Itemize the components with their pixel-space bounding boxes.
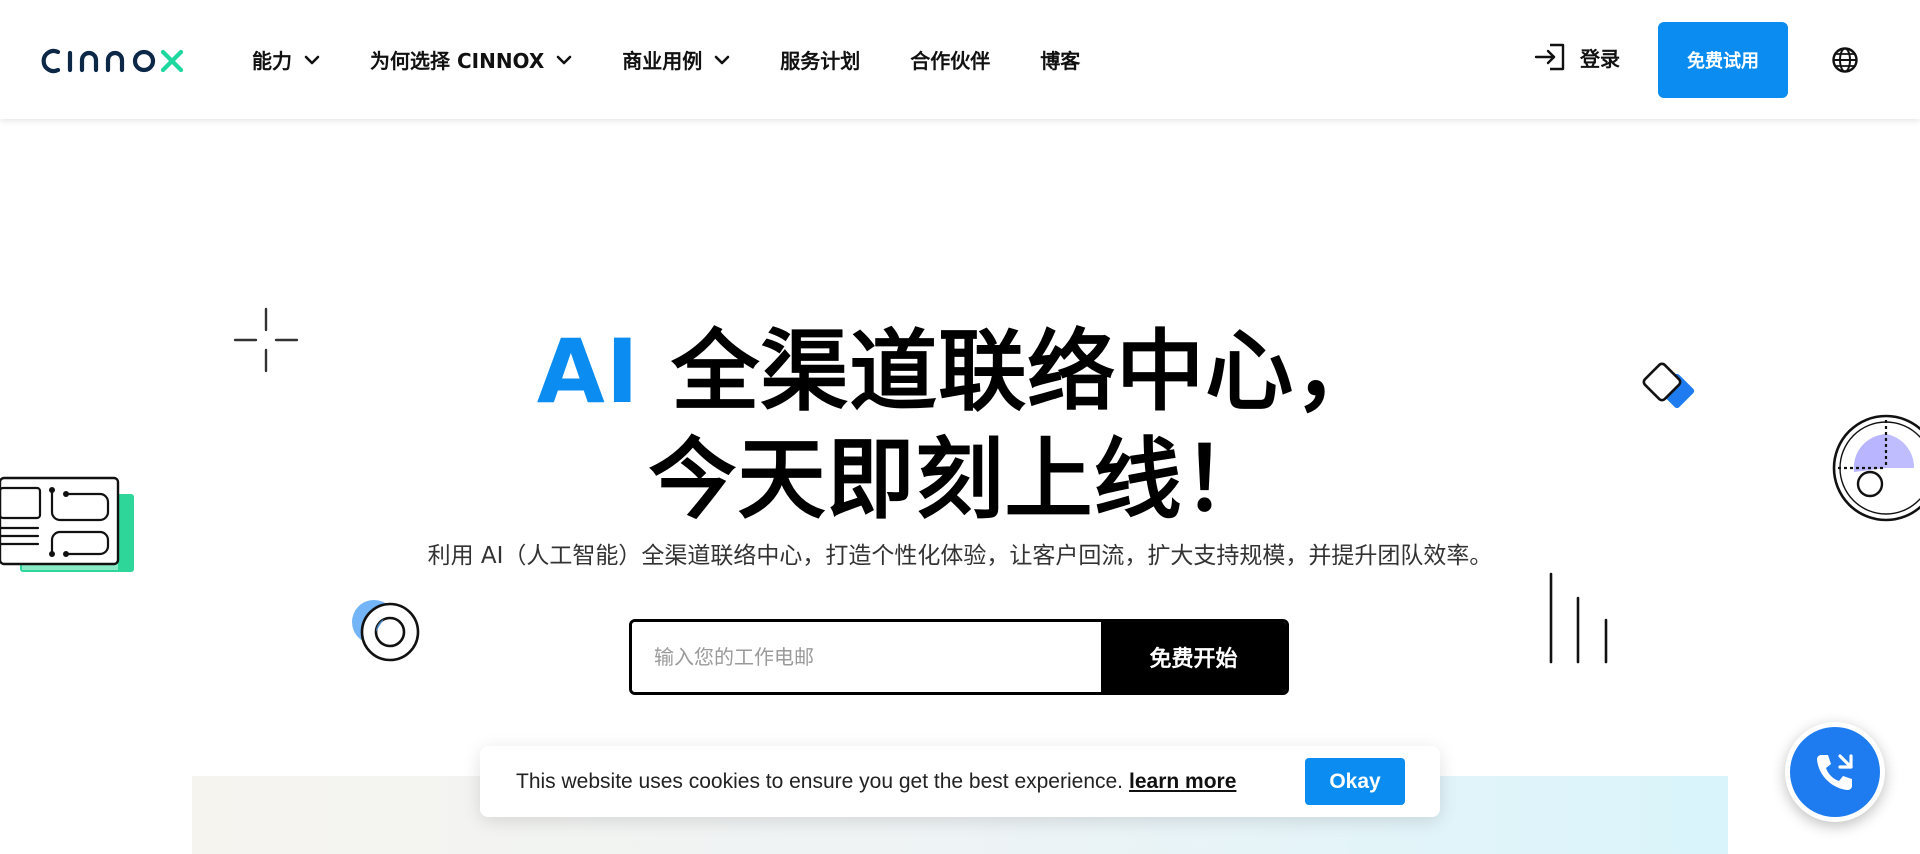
hero-title-line1: AI 全渠道联络中心，: [0, 318, 1920, 426]
nav-item-label: 合作伙伴: [910, 49, 991, 73]
nav-item-label: 为何选择 CINNOX: [370, 49, 545, 73]
nav-item-plans[interactable]: 服务计划: [780, 45, 860, 74]
hero-subtitle: 利用 AI（人工智能）全渠道联络中心，打造个性化体验，让客户回流，扩大支持规模，…: [427, 543, 1493, 569]
nav-item-label: 商业用例: [622, 49, 703, 73]
login-label: 登录: [1580, 46, 1620, 71]
email-signup-form: 免费开始: [629, 619, 1289, 695]
call-button[interactable]: [1785, 722, 1885, 822]
nav-item-use-cases[interactable]: 商业用例: [622, 45, 730, 74]
nav-item-label: 服务计划: [780, 49, 861, 73]
email-input[interactable]: [632, 622, 1101, 692]
cinnox-logo[interactable]: [40, 44, 198, 78]
hero-title-line2: 今天即刻上线！: [648, 428, 1272, 531]
chevron-down-icon: [304, 55, 320, 64]
start-free-button[interactable]: 免费开始: [1101, 622, 1286, 692]
site-header: 能力 为何选择 CINNOX 商业用例 服务计划 合作伙伴 博客 登录 免费试用: [0, 0, 1920, 119]
cookie-okay-button[interactable]: Okay: [1305, 758, 1405, 805]
hero-title: AI 全渠道联络中心， 今天即刻上线！: [0, 318, 1920, 534]
nav-item-capabilities[interactable]: 能力: [252, 45, 320, 74]
hero-title-accent: AI: [536, 320, 640, 423]
hero-title-line1-text: 全渠道联络中心，: [639, 320, 1384, 423]
nav-item-partners[interactable]: 合作伙伴: [910, 45, 990, 74]
cookie-text: This website uses cookies to ensure you …: [516, 769, 1124, 793]
cookie-message: This website uses cookies to ensure you …: [516, 770, 1236, 794]
nav-item-label: 博客: [1040, 49, 1081, 73]
bars-decoration: [1549, 572, 1608, 664]
chevron-down-icon: [714, 55, 730, 64]
main-nav: 能力 为何选择 CINNOX 商业用例 服务计划 合作伙伴 博客: [252, 0, 1130, 119]
globe-icon[interactable]: [1831, 46, 1859, 74]
login-arrow-icon: [1534, 43, 1565, 71]
cookie-banner: This website uses cookies to ensure you …: [480, 746, 1440, 817]
target-rings-decoration: [352, 600, 420, 662]
learn-more-link[interactable]: learn more: [1129, 770, 1236, 793]
nav-item-blog[interactable]: 博客: [1040, 45, 1080, 74]
phone-icon: [1817, 754, 1853, 790]
login-link[interactable]: 登录: [1534, 42, 1620, 72]
chevron-down-icon: [556, 55, 572, 64]
nav-item-label: 能力: [252, 49, 292, 73]
free-trial-button[interactable]: 免费试用: [1658, 22, 1788, 98]
nav-item-why-cinnox[interactable]: 为何选择 CINNOX: [370, 45, 572, 74]
